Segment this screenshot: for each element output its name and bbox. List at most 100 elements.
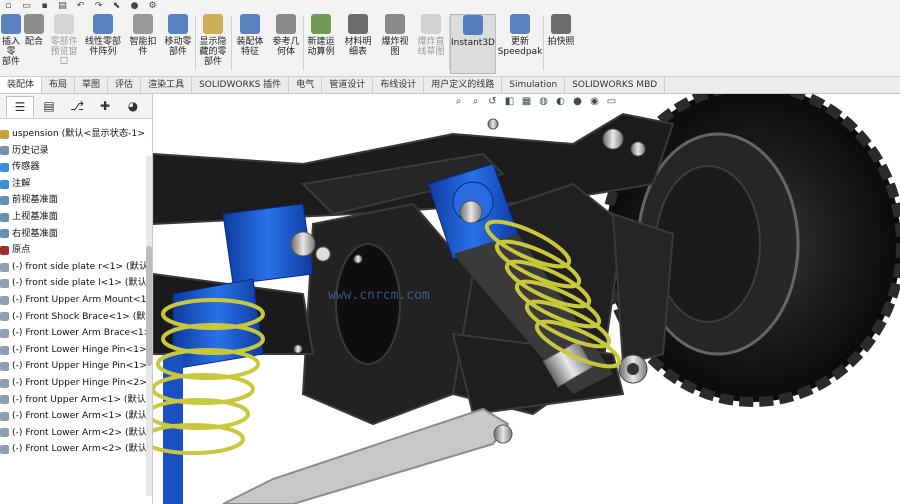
exploded-view-button[interactable]: 爆炸视图 (378, 14, 412, 72)
tree-item[interactable]: uspension (默认<显示状态-1>) (0, 126, 146, 143)
ribbon-button-label: 零部件 预览窗口 (50, 37, 78, 67)
reference-geometry-button[interactable]: 参考几 何体 (270, 14, 302, 72)
feature-icon (0, 245, 9, 255)
tree-item[interactable]: 原点 (0, 242, 146, 259)
feature-icon (0, 146, 9, 156)
instant3d-icon (463, 15, 483, 35)
watermark-text: www.cnrcm.com (328, 288, 430, 303)
tree-item-label: (-) Front Upper Hinge Pin<2> (12, 376, 146, 388)
assembly-feature-button[interactable]: 装配体 特征 (232, 14, 268, 72)
ribbon-separator (303, 16, 304, 70)
tab-3[interactable]: 评估 (108, 77, 142, 93)
tree-item[interactable]: 历史记录 (0, 143, 146, 160)
options-icon[interactable]: ⚙ (148, 1, 157, 11)
bom-button[interactable]: 材料明 细表 (340, 14, 376, 72)
property-manager-icon[interactable]: ▤ (36, 96, 62, 116)
tab-0[interactable]: 装配体 (0, 77, 43, 93)
tab-10[interactable]: Simulation (502, 77, 566, 93)
command-manager-ribbon: ▫ ▭ ▪ ▤ ↶ ↷ ⬉ ● ⚙ 插入零 部件 配合 零部件 预览窗口线性零部 件阵列智… (0, 0, 900, 77)
ribbon-button-label: 移动零 部件 (164, 37, 192, 57)
instant3d-button[interactable]: Instant3D (450, 14, 496, 74)
config-manager-icon[interactable]: ⎇ (64, 96, 90, 116)
tree-item[interactable]: (-) Front Upper Hinge Pin<2> (0, 375, 146, 392)
tab-6[interactable]: 电气 (289, 77, 323, 93)
rebuild-icon[interactable]: ● (130, 1, 139, 11)
feature-icon (0, 162, 9, 172)
tree-item[interactable]: (-) front side plate l<1> (默认< (0, 275, 146, 292)
display-style-icon[interactable]: ◍ (538, 96, 549, 107)
tab-8[interactable]: 布线设计 (373, 77, 425, 93)
select-icon[interactable]: ⬉ (112, 1, 121, 11)
tree-item[interactable]: 注解 (0, 176, 146, 193)
tab-7[interactable]: 管道设计 (322, 77, 374, 93)
ribbon-separator (543, 16, 544, 70)
snapshot-button[interactable]: 拍快照 (544, 14, 578, 72)
tab-2[interactable]: 草图 (75, 77, 109, 93)
tab-9[interactable]: 用户定义的线路 (424, 77, 503, 93)
explode-line-button[interactable]: 爆炸直 线草图 (414, 14, 448, 72)
save-icon[interactable]: ▪ (40, 1, 49, 11)
tree-item[interactable]: (-) Front Lower Arm<2> (默认 (0, 425, 146, 442)
redo-icon[interactable]: ↷ (94, 1, 103, 11)
hide-show-icon[interactable]: ◐ (555, 96, 566, 107)
tree-item[interactable]: (-) front Upper Arm<1> (默认 (0, 392, 146, 409)
zoom-to-fit-icon[interactable]: ⌕ (453, 96, 464, 107)
print-icon[interactable]: ▤ (58, 1, 67, 11)
motion-study-button[interactable]: 新建运 动算例 (304, 14, 338, 72)
assembly-feature-icon (240, 14, 260, 34)
tree-item[interactable]: (-) Front Lower Arm<2> (默认 (0, 441, 146, 458)
section-view-icon[interactable]: ◧ (504, 96, 515, 107)
tree-item[interactable]: 传感器 (0, 159, 146, 176)
tree-item-label: uspension (默认<显示状态-1>) (12, 128, 146, 139)
component-preview-button[interactable]: 零部件 预览窗口 (48, 14, 80, 72)
undo-icon[interactable]: ↶ (76, 1, 85, 11)
new-icon[interactable]: ▫ (4, 1, 13, 11)
motion-study-icon (311, 14, 331, 34)
steering-link (222, 407, 510, 504)
tab-5[interactable]: SOLIDWORKS 插件 (192, 77, 290, 93)
tree-item[interactable]: 右视基准面 (0, 226, 146, 243)
open-icon[interactable]: ▭ (22, 1, 31, 11)
tab-11[interactable]: SOLIDWORKS MBD (565, 77, 666, 93)
ribbon-button-label: Instant3D (451, 38, 495, 48)
show-hidden-button[interactable]: 显示隐 藏的零 部件 (196, 14, 230, 72)
tree-item[interactable]: (-) Front Upper Arm Mount<1 (0, 292, 146, 309)
tree-item[interactable]: (-) Front Lower Arm<1> (默认 (0, 408, 146, 425)
insert-component-button[interactable]: 插入零 部件 (0, 14, 22, 72)
graphics-viewport[interactable]: www.cnrcm.com ⌕ ⌕ ↺ ◧ ▦ ◍ ◐ ● ◉ ▭ (153, 94, 900, 504)
tree-item[interactable]: (-) Front Lower Hinge Pin<1> (0, 342, 146, 359)
display-manager-icon[interactable]: ◕ (120, 96, 146, 116)
zoom-area-icon[interactable]: ⌕ (470, 96, 481, 107)
tree-item[interactable]: 上视基准面 (0, 209, 146, 226)
previous-view-icon[interactable]: ↺ (487, 96, 498, 107)
view-orientation-icon[interactable]: ▦ (521, 96, 532, 107)
appearance-icon[interactable]: ● (572, 96, 583, 107)
tree-item[interactable]: (-) front side plate r<1> (默认 (0, 259, 146, 276)
tree-item[interactable]: (-) Front Shock Brace<1> (默认 (0, 309, 146, 326)
feature-manager-panel: ☰ ▤ ⎇ ✚ ◕ uspension (默认<显示状态-1>) 历史记录 传感器 注解 前视基… (0, 94, 153, 504)
smart-fastener-button[interactable]: 智能扣件 (126, 14, 160, 72)
quick-access-toolbar: ▫ ▭ ▪ ▤ ↶ ↷ ⬉ ● ⚙ (0, 0, 404, 12)
move-component-icon (168, 14, 188, 34)
tree-item[interactable]: (-) Front Lower Arm Brace<1> (0, 325, 146, 342)
move-component-button[interactable]: 移动零 部件 (162, 14, 194, 72)
tree-item-label: (-) front side plate l<1> (默认< (12, 277, 146, 289)
linear-pattern-button[interactable]: 线性零部 件阵列 (82, 14, 124, 72)
view-settings-icon[interactable]: ▭ (606, 96, 617, 107)
speedpak-button[interactable]: 更新 Speedpak (498, 14, 542, 72)
part-icon (0, 345, 9, 355)
tree-item-label: 原点 (12, 244, 31, 256)
smart-fastener-icon (133, 14, 153, 34)
mate-button[interactable]: 配合 (22, 14, 46, 72)
tree-item-label: (-) Front Lower Arm Brace<1> (12, 327, 146, 339)
tab-1[interactable]: 布局 (42, 77, 76, 93)
tree-scrollbar[interactable] (146, 156, 152, 496)
feature-tree-icon[interactable]: ☰ (6, 95, 34, 117)
tree-item[interactable]: 前视基准面 (0, 192, 146, 209)
explode-line-icon (421, 14, 441, 34)
tree-item[interactable]: (-) Front Upper Hinge Pin<1> (0, 358, 146, 375)
tab-4[interactable]: 渲染工具 (141, 77, 193, 93)
dimxpert-icon[interactable]: ✚ (92, 96, 118, 116)
part-icon (0, 328, 9, 338)
scene-icon[interactable]: ◉ (589, 96, 600, 107)
